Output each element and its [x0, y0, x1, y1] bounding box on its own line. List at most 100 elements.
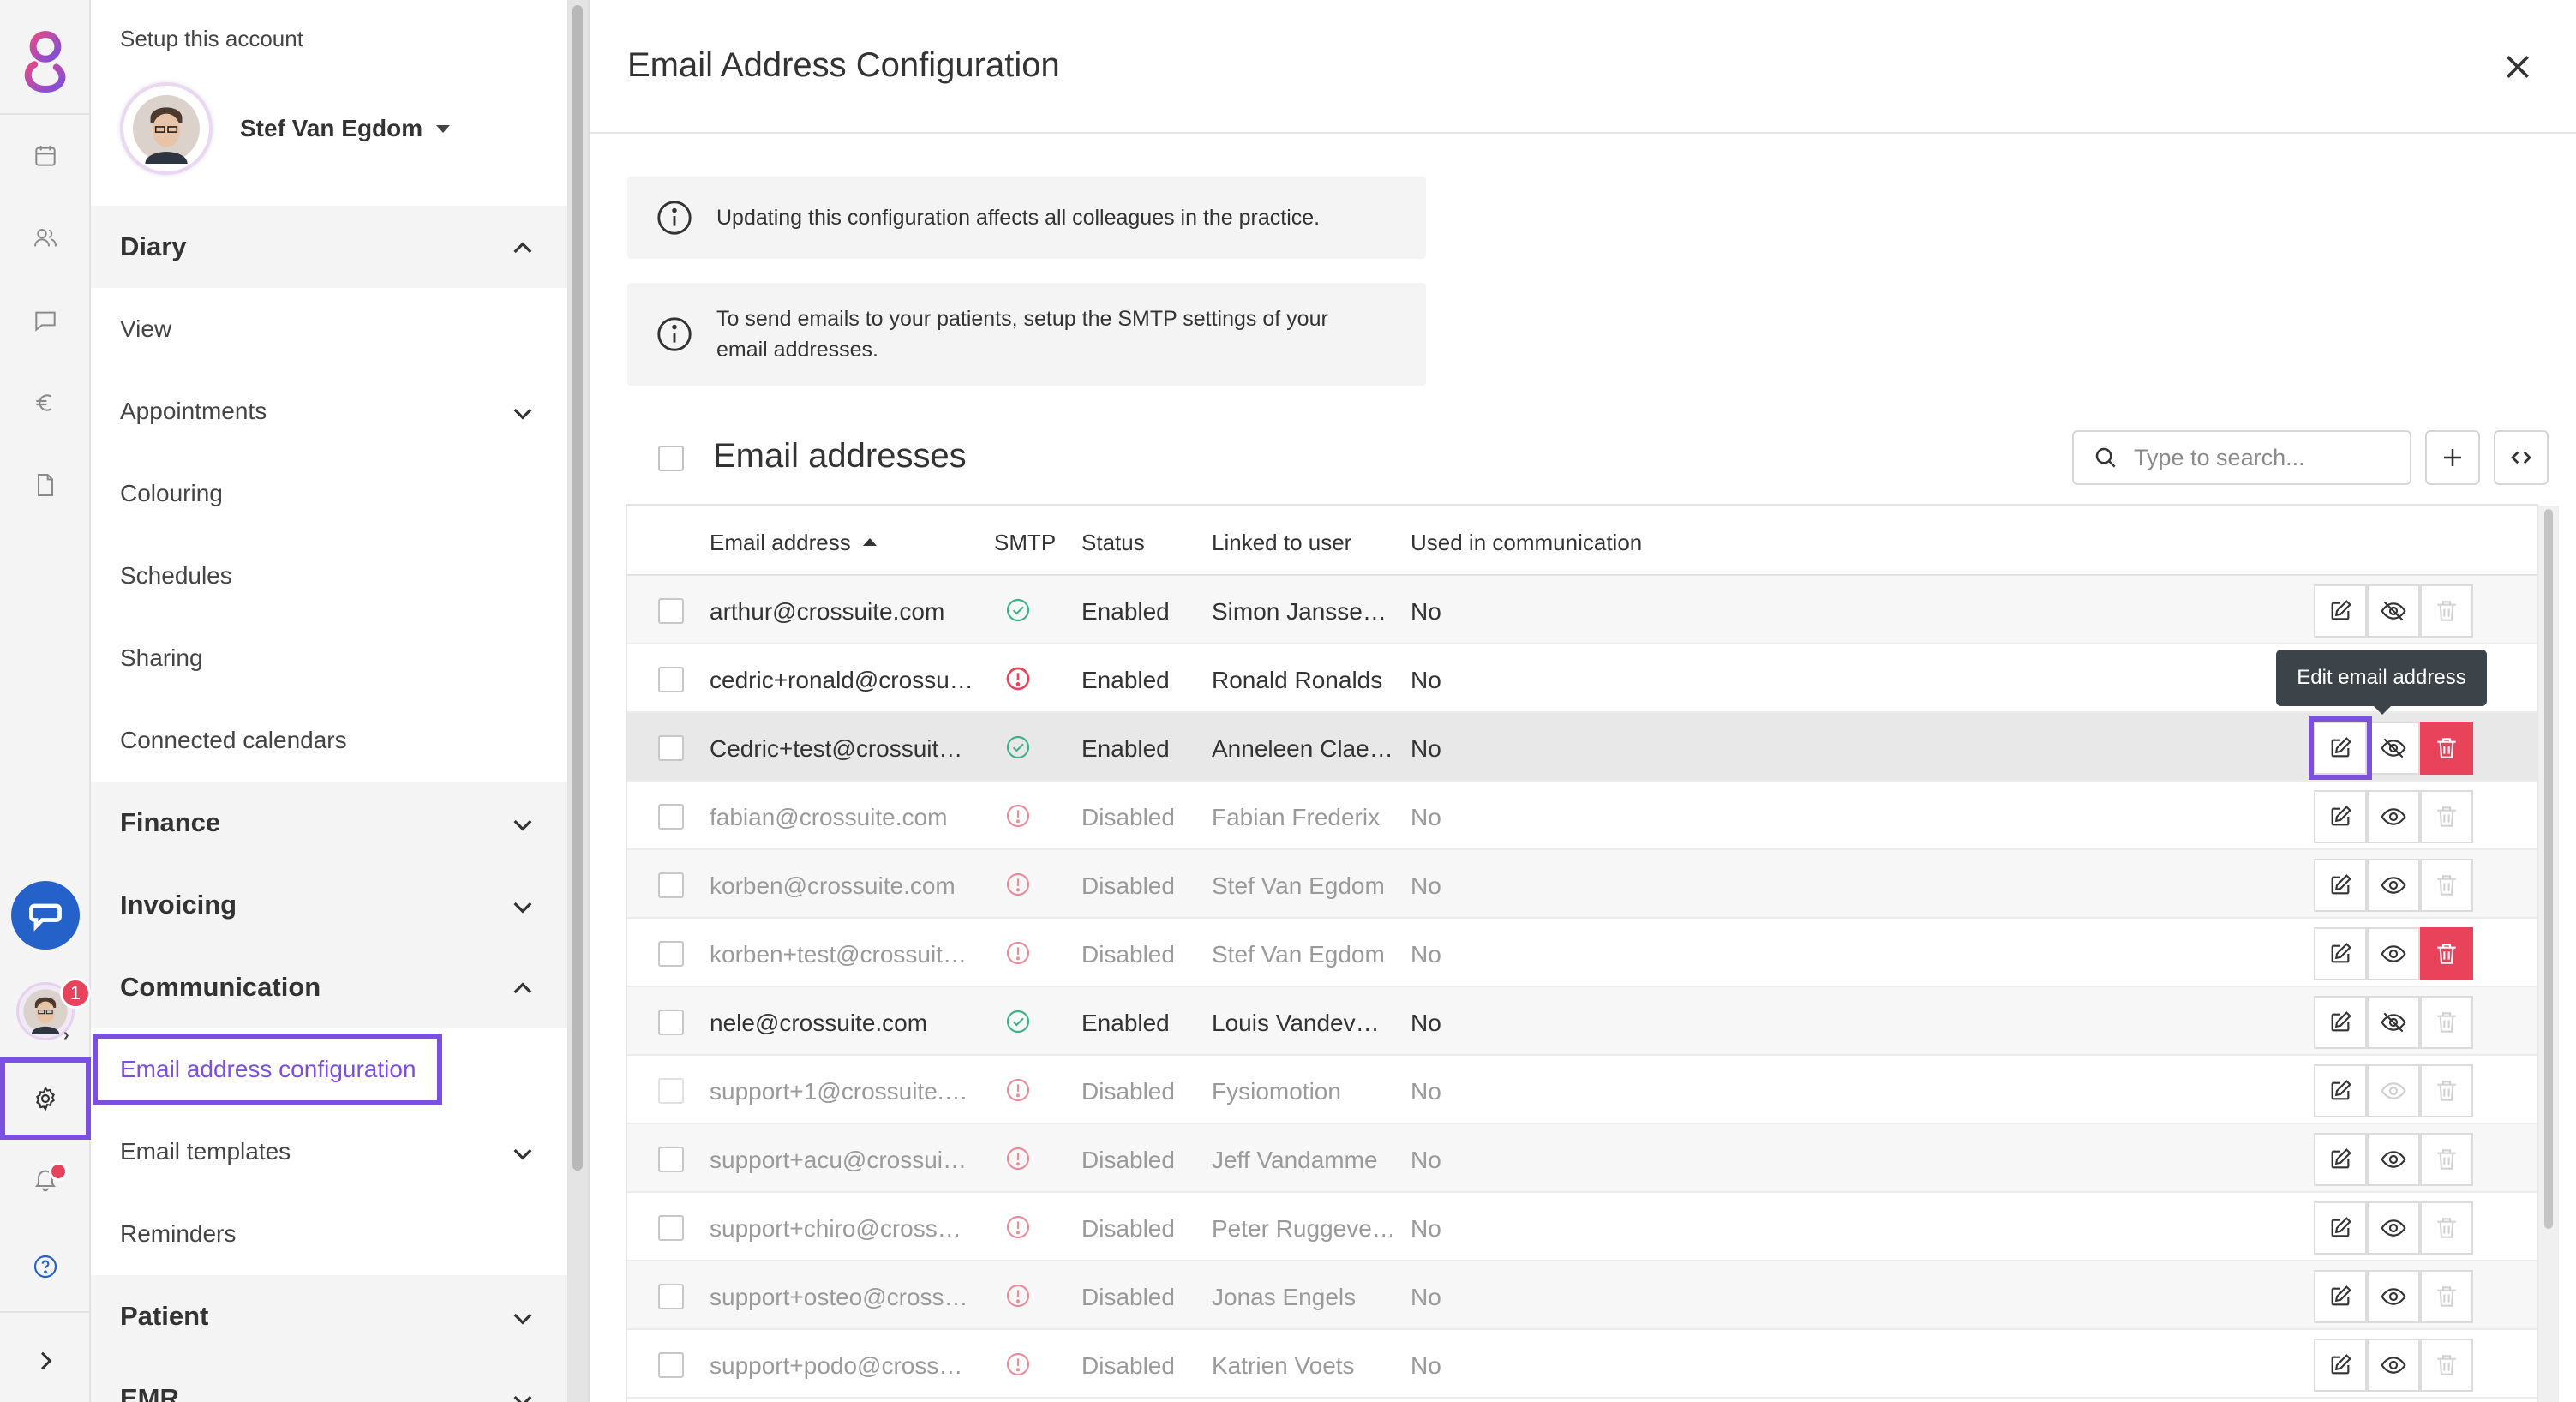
delete-button[interactable] [2420, 927, 2473, 980]
edit-button[interactable] [2314, 1064, 2367, 1117]
toggle-visibility-button[interactable] [2367, 1201, 2420, 1255]
delete-button[interactable] [2420, 1201, 2473, 1255]
col-linked-user[interactable]: Linked to user [1212, 530, 1351, 556]
scrollbar-thumb[interactable] [2544, 509, 2553, 1229]
table-row[interactable]: cedric+ronald@crossu… Enabled Ronald Ron… [627, 644, 2537, 713]
rail-finance[interactable] [0, 362, 91, 444]
col-email-address[interactable]: Email address [710, 530, 877, 556]
expand-sidebar-button[interactable] [0, 1320, 91, 1402]
row-checkbox[interactable] [658, 667, 684, 692]
nav-item-view[interactable]: View [91, 288, 567, 370]
table-row[interactable]: Cedric+test@crossuit… Enabled Anneleen C… [627, 713, 2537, 782]
nav-section-patient[interactable]: Patient [91, 1275, 567, 1357]
row-checkbox[interactable] [658, 1352, 684, 1378]
delete-button[interactable] [2420, 790, 2473, 843]
edit-button[interactable] [2314, 584, 2367, 638]
table-row[interactable]: arthur@crossuite.com Enabled Simon Janss… [627, 576, 2537, 644]
code-view-button[interactable] [2494, 430, 2549, 485]
delete-button[interactable] [2420, 584, 2473, 638]
nav-item-reminders[interactable]: Reminders [91, 1193, 567, 1275]
delete-button[interactable] [2420, 1064, 2473, 1117]
table-row[interactable]: support+acu@crossui… Disabled Jeff Vanda… [627, 1124, 2537, 1193]
toggle-visibility-button[interactable] [2367, 790, 2420, 843]
row-checkbox[interactable] [658, 1147, 684, 1172]
nav-section-invoicing[interactable]: Invoicing [91, 864, 567, 946]
close-icon[interactable] [2501, 50, 2535, 84]
edit-button[interactable] [2314, 1133, 2367, 1186]
row-checkbox[interactable] [658, 1215, 684, 1241]
toggle-visibility-button[interactable] [2367, 1133, 2420, 1186]
row-checkbox[interactable] [658, 804, 684, 830]
table-scrollbar[interactable] [2538, 506, 2559, 1402]
row-checkbox[interactable] [658, 872, 684, 898]
notifications-button[interactable] [0, 1140, 91, 1222]
nav-section-emr[interactable]: EMR [91, 1357, 567, 1402]
table-row[interactable]: korben@crossuite.com Disabled Stef Van E… [627, 850, 2537, 919]
row-checkbox[interactable] [658, 941, 684, 967]
delete-button[interactable] [2420, 1270, 2473, 1323]
toggle-visibility-button[interactable] [2367, 996, 2420, 1049]
add-email-button[interactable] [2425, 430, 2480, 485]
edit-button[interactable] [2314, 790, 2367, 843]
profile-switcher[interactable]: Stef Van Egdom [120, 82, 451, 175]
table-row[interactable]: nele@crossuite.com Enabled Louis Vandev…… [627, 987, 2537, 1056]
row-checkbox[interactable] [658, 598, 684, 624]
nav-item-appointments[interactable]: Appointments [91, 370, 567, 452]
toggle-visibility-button[interactable] [2367, 584, 2420, 638]
crossuite-logo[interactable] [0, 21, 91, 103]
edit-button[interactable] [2314, 859, 2367, 912]
row-checkbox[interactable] [658, 735, 684, 761]
toggle-visibility-button[interactable] [2367, 722, 2420, 775]
table-row[interactable]: support+osteo@cross… Disabled Jonas Enge… [627, 1261, 2537, 1330]
delete-button[interactable] [2420, 1133, 2473, 1186]
delete-button[interactable] [2420, 859, 2473, 912]
edit-button[interactable] [2314, 927, 2367, 980]
nav-item-colouring[interactable]: Colouring [91, 452, 567, 535]
rail-users[interactable] [0, 197, 91, 279]
nav-scrollbar[interactable] [567, 0, 588, 1402]
support-chat-button[interactable] [0, 874, 91, 956]
table-row[interactable]: support+chiro@cross… Disabled Peter Rugg… [627, 1193, 2537, 1261]
table-row[interactable]: support+1@crossuite.… Disabled Fysiomoti… [627, 1056, 2537, 1124]
rail-calendar[interactable] [0, 115, 91, 197]
toggle-visibility-button[interactable] [2367, 927, 2420, 980]
nav-item-email-templates[interactable]: Email templates [91, 1111, 567, 1193]
col-status[interactable]: Status [1081, 530, 1145, 556]
scrollbar-thumb[interactable] [572, 5, 583, 1171]
nav-item-connected-calendars[interactable]: Connected calendars [91, 699, 567, 782]
nav-section-communication[interactable]: Communication [91, 946, 567, 1028]
toggle-visibility-button[interactable] [2367, 859, 2420, 912]
col-used-in-communication[interactable]: Used in communication [1411, 530, 1642, 556]
edit-button[interactable] [2309, 716, 2372, 780]
settings-button[interactable] [0, 1057, 91, 1140]
table-row[interactable]: fabian@crossuite.com Disabled Fabian Fre… [627, 782, 2537, 850]
rail-documents[interactable] [0, 444, 91, 526]
edit-button[interactable] [2314, 1201, 2367, 1255]
search-input[interactable] [2134, 444, 2391, 471]
table-row[interactable]: support+podo@cross… Disabled Katrien Voe… [627, 1330, 2537, 1399]
col-smtp[interactable]: SMTP [994, 530, 1056, 556]
nav-item-schedules[interactable]: Schedules [91, 535, 567, 617]
user-avatar-button[interactable]: 1 › [0, 970, 91, 1052]
nav-section-finance[interactable]: Finance [91, 782, 567, 864]
select-all-checkbox[interactable] [658, 446, 684, 471]
toggle-visibility-button[interactable] [2367, 1339, 2420, 1392]
nav-item-sharing[interactable]: Sharing [91, 617, 567, 699]
edit-button[interactable] [2314, 1339, 2367, 1392]
row-checkbox[interactable] [658, 1284, 684, 1309]
chevron-down-icon [513, 819, 532, 831]
toggle-visibility-button[interactable] [2367, 1270, 2420, 1323]
edit-button[interactable] [2314, 1270, 2367, 1323]
delete-button[interactable] [2420, 722, 2473, 775]
search-box[interactable] [2072, 430, 2411, 485]
edit-button[interactable] [2314, 996, 2367, 1049]
row-checkbox[interactable] [658, 1078, 684, 1104]
table-row[interactable]: korben+test@crossuit… Disabled Stef Van … [627, 919, 2537, 987]
nav-section-diary[interactable]: Diary [91, 206, 567, 288]
row-checkbox[interactable] [658, 1010, 684, 1035]
help-button[interactable] [0, 1225, 91, 1308]
delete-button[interactable] [2420, 996, 2473, 1049]
toggle-visibility-button[interactable] [2367, 1064, 2420, 1117]
delete-button[interactable] [2420, 1339, 2473, 1392]
rail-chat[interactable] [0, 279, 91, 362]
